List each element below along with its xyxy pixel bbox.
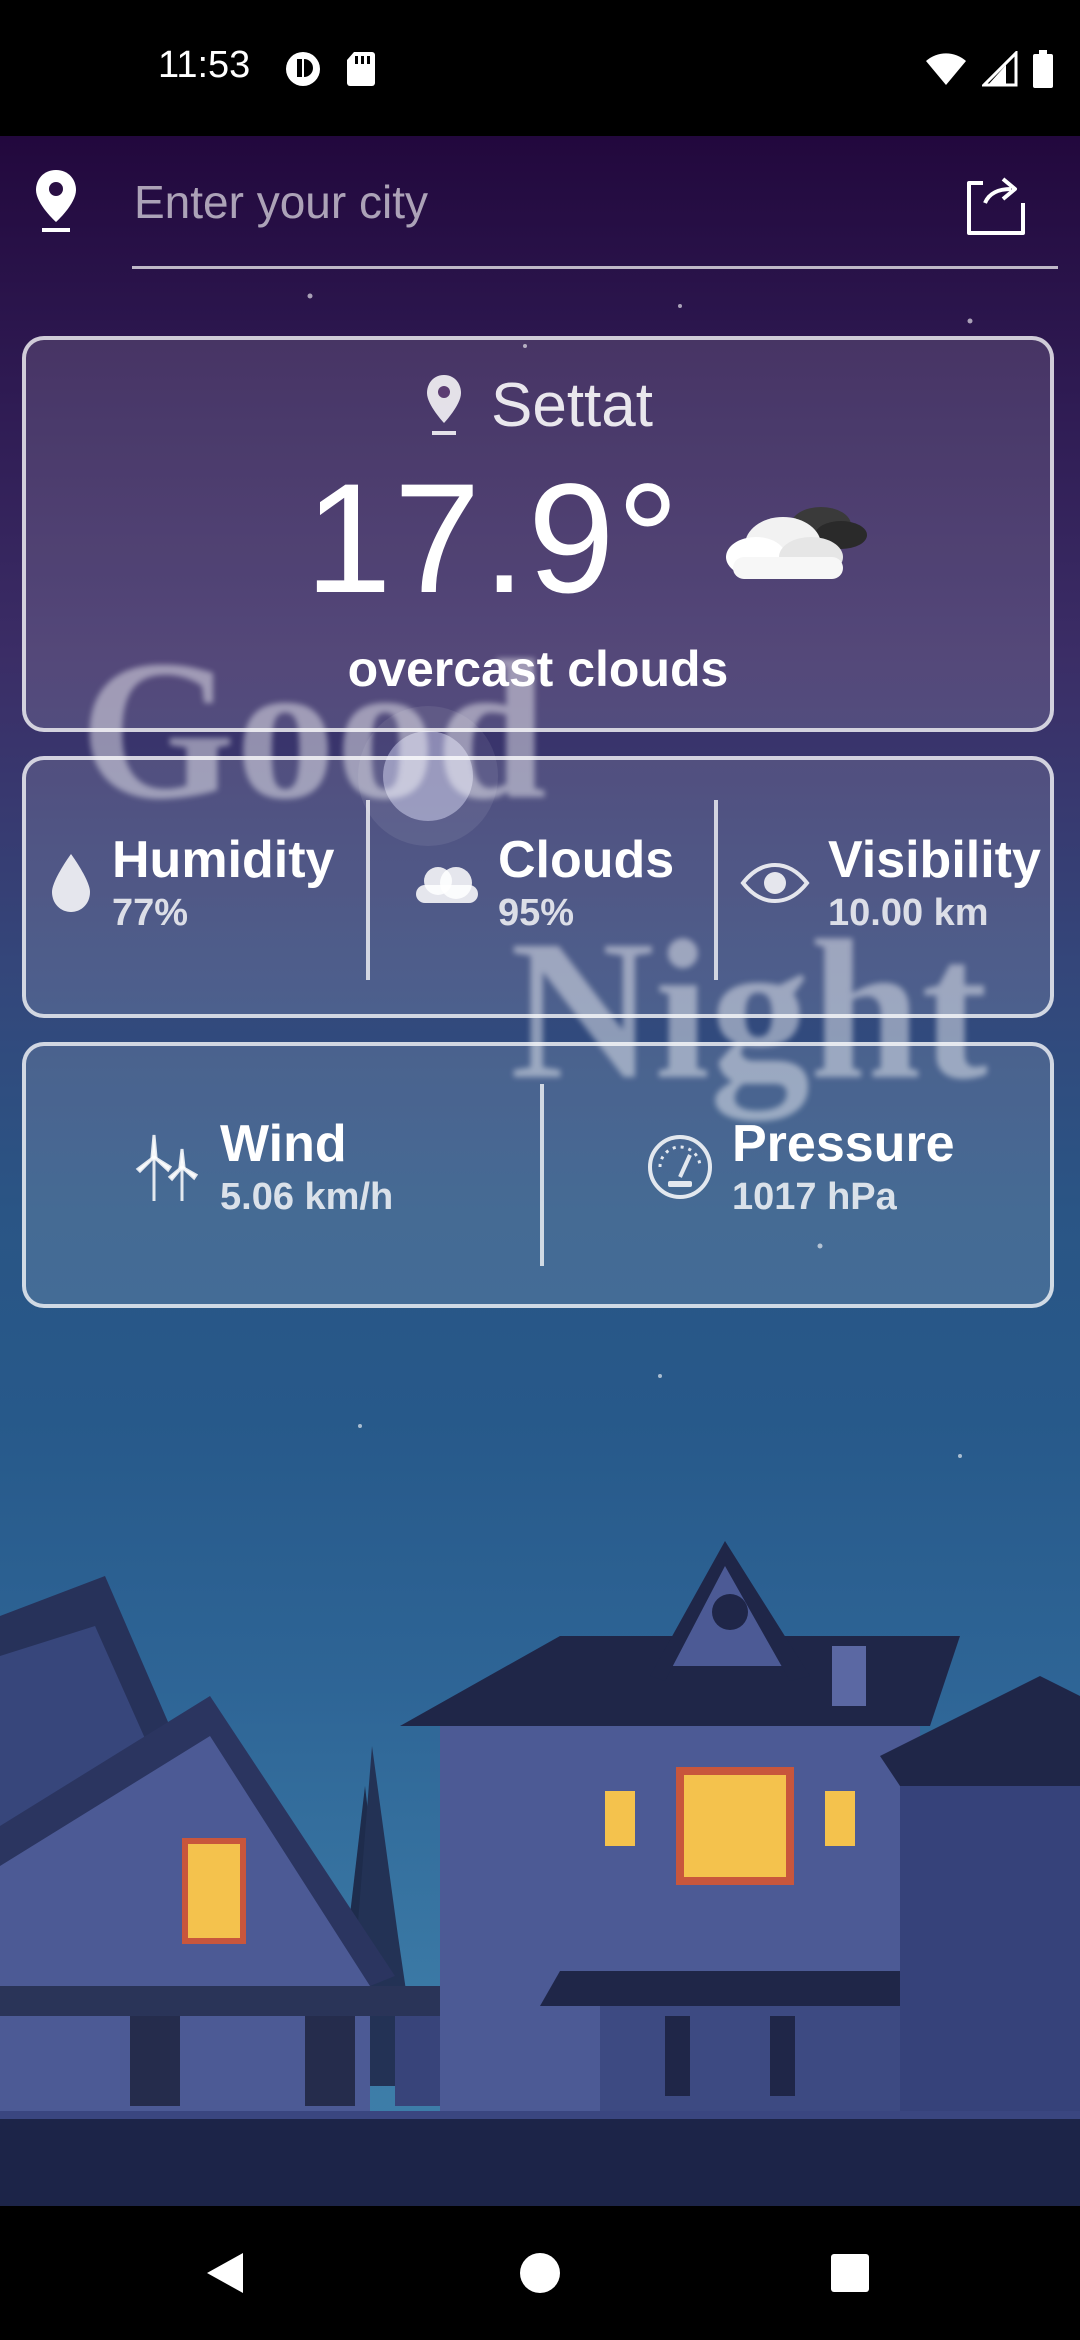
stats-divider-1 — [366, 800, 370, 980]
wind-turbine-icon — [135, 1134, 199, 1201]
share-icon — [967, 177, 1025, 235]
status-bar: 11:53 — [0, 0, 1080, 136]
humidity-label: Humidity — [112, 831, 335, 889]
city-search-input[interactable] — [132, 166, 1056, 238]
back-triangle-icon — [207, 2253, 243, 2293]
sd-card-icon — [347, 52, 375, 86]
temperature-value: 17.9° — [304, 452, 681, 626]
visibility-stat: Visibility 10.00 km — [740, 830, 1041, 936]
wind-pressure-card: Wind 5.06 km/h Pressure 1017 hPa — [22, 1042, 1054, 1308]
water-drop-icon — [52, 854, 90, 912]
current-weather-card: Settat 17.9° overcast clouds — [22, 336, 1054, 732]
humidity-stat: Humidity 77% — [48, 830, 334, 936]
clouds-stat: Clouds 95% — [412, 830, 674, 936]
back-button[interactable] — [158, 2206, 292, 2340]
conditions-card: Humidity 77% Clouds 95% Visibility 10.00… — [22, 756, 1054, 1018]
visibility-label: Visibility — [828, 831, 1041, 889]
system-navigation-bar — [0, 2206, 1080, 2340]
location-pin-icon[interactable] — [30, 166, 82, 236]
weather-screen: Good Night Settat 17. — [0, 136, 1080, 2206]
clouds-value: 95% — [498, 892, 575, 934]
wind-value: 5.06 km/h — [220, 1176, 394, 1218]
cell-signal-icon — [982, 51, 1018, 87]
search-underline — [132, 266, 1058, 269]
notification-app-icon — [286, 52, 320, 86]
recents-square-icon — [831, 2254, 869, 2292]
home-circle-icon — [520, 2253, 560, 2293]
wifi-icon — [926, 53, 966, 85]
eye-icon — [740, 863, 810, 903]
pressure-stat: Pressure 1017 hPa — [646, 1114, 955, 1220]
cloud-icon — [416, 867, 478, 903]
visibility-value: 10.00 km — [828, 892, 989, 934]
pressure-value: 1017 hPa — [732, 1176, 897, 1218]
weather-description: overcast clouds — [347, 641, 729, 697]
humidity-value: 77% — [112, 892, 189, 934]
wind-stat: Wind 5.06 km/h — [134, 1114, 393, 1220]
share-button[interactable] — [956, 166, 1036, 246]
pressure-label: Pressure — [732, 1115, 955, 1173]
battery-icon — [1033, 50, 1053, 88]
home-button[interactable] — [473, 2206, 607, 2340]
wind-pressure-divider — [540, 1084, 544, 1266]
status-time: 11:53 — [158, 44, 251, 86]
city-name: Settat — [491, 371, 653, 440]
wind-label: Wind — [220, 1115, 347, 1173]
clouds-label: Clouds — [498, 831, 675, 889]
partly-cloudy-night-icon — [726, 506, 867, 579]
stats-divider-2 — [714, 800, 718, 980]
recents-button[interactable] — [783, 2206, 917, 2340]
search-bar — [0, 136, 1080, 296]
city-location-icon — [427, 374, 461, 435]
gauge-icon — [648, 1135, 712, 1199]
